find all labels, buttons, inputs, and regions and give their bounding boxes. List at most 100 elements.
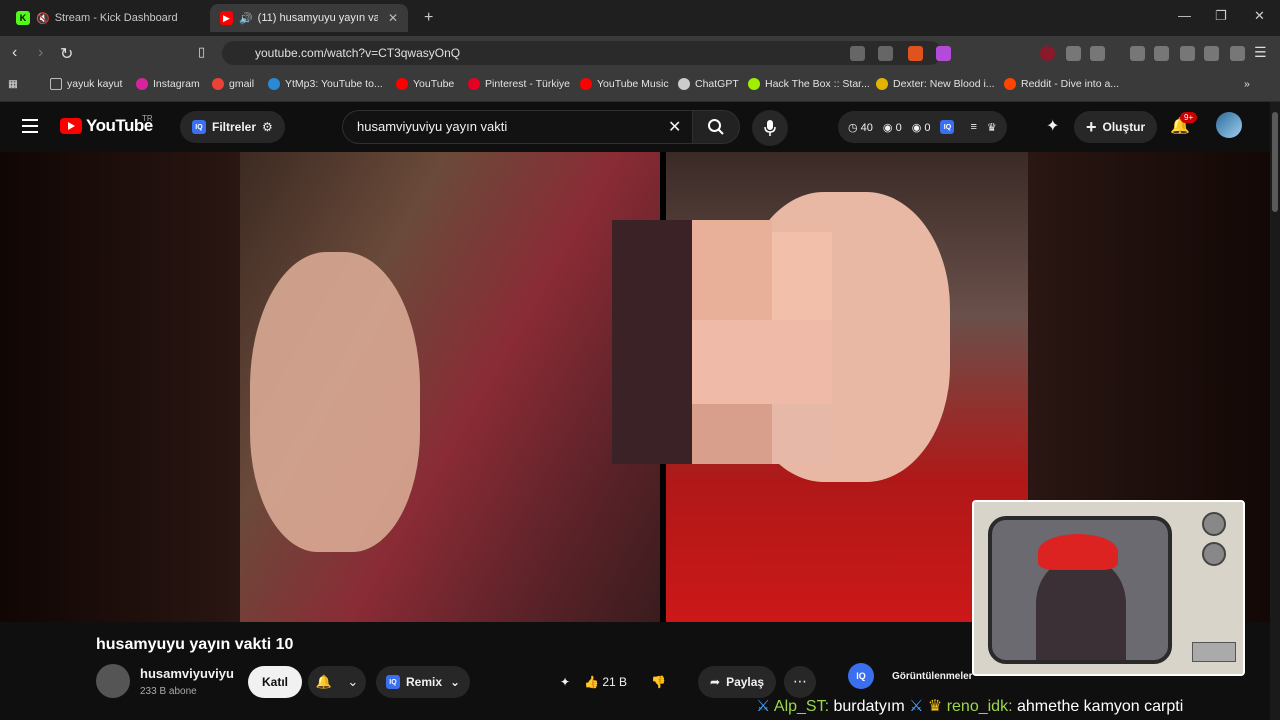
tab-views[interactable]: Görüntülenmeler bbox=[892, 671, 973, 682]
tv-knob-icon bbox=[1202, 542, 1226, 566]
brave-shield-icon[interactable] bbox=[908, 46, 923, 61]
youtube-music-icon bbox=[580, 78, 592, 90]
subscription-bell-button[interactable]: 🔔 ⌄ bbox=[308, 666, 366, 698]
new-tab-button[interactable]: + bbox=[414, 4, 443, 32]
santa-hat bbox=[1038, 534, 1118, 570]
bookmark-item[interactable]: Pinterest - Türkiye bbox=[468, 78, 570, 90]
iq-icon: IQ bbox=[940, 120, 955, 134]
clear-search-icon[interactable]: ✕ bbox=[668, 117, 681, 137]
bell-icon: 🔔 bbox=[315, 674, 332, 689]
tab-youtube[interactable]: ▶ 🔊 (11) husamyuyu yayın vakti 1( ✕ bbox=[210, 4, 408, 32]
youtube-header: YouTube TR IQ Filtreler ⚙ husamviyuviyu … bbox=[0, 102, 1280, 152]
like-button[interactable]: 👍 21 B bbox=[584, 675, 627, 689]
search-icon bbox=[708, 119, 724, 135]
webcam-overlay bbox=[972, 500, 1245, 676]
vpn-icon[interactable] bbox=[1230, 46, 1245, 61]
minimize-icon[interactable]: — bbox=[1178, 8, 1191, 23]
subscriber-count: 233 B abone bbox=[140, 686, 197, 697]
chat-message: ahmethe kamyon carpti bbox=[1016, 698, 1184, 715]
bookmark-item[interactable]: YouTube Music bbox=[580, 78, 669, 90]
address-toolbar: ‹ › ↻ ▯ youtube.com/watch?v=CT3qwasyOnQ … bbox=[0, 36, 1280, 70]
mic-icon bbox=[764, 120, 776, 136]
page-scrollbar[interactable] bbox=[1270, 102, 1280, 720]
iq-icon[interactable]: IQ bbox=[848, 663, 874, 689]
chevron-down-icon: ⌄ bbox=[450, 675, 461, 689]
browser-tab-strip: K 🔇 Stream - Kick Dashboard ▶ 🔊 (11) hus… bbox=[0, 0, 1280, 36]
guide-menu-icon[interactable] bbox=[22, 119, 38, 133]
chat-username: reno_idk: bbox=[946, 698, 1013, 715]
channel-avatar[interactable] bbox=[96, 664, 130, 698]
reload-icon[interactable]: ↻ bbox=[60, 44, 73, 64]
extensions-icon[interactable] bbox=[1066, 46, 1081, 61]
streamer bbox=[1036, 560, 1126, 660]
url-field[interactable]: youtube.com/watch?v=CT3qwasyOnQ bbox=[222, 41, 942, 65]
close-window-icon[interactable]: ✕ bbox=[1254, 8, 1265, 24]
forward-icon[interactable]: › bbox=[38, 44, 43, 62]
bookmark-item[interactable]: Instagram bbox=[136, 78, 200, 90]
stream-chat-overlay: ⚔ Alp_ST: burdatyım ⚔ ♛ reno_idk: ahmeth… bbox=[756, 696, 1183, 716]
close-tab-icon[interactable]: ✕ bbox=[388, 11, 398, 25]
channel-name[interactable]: husamviyuviyu bbox=[140, 666, 234, 681]
eye-off-icon: ◉ 0 bbox=[911, 121, 931, 134]
search-input[interactable]: husamviyuviyu yayın vakti bbox=[342, 110, 692, 144]
bookmark-item[interactable]: ChatGPT bbox=[678, 78, 739, 90]
bookmark-item[interactable]: YouTube bbox=[396, 78, 454, 90]
scrollbar-thumb[interactable] bbox=[1272, 112, 1278, 212]
bookmark-item[interactable]: Reddit - Dive into a... bbox=[1004, 78, 1119, 90]
trophy-icon: ♛ bbox=[986, 121, 997, 134]
back-icon[interactable]: ‹ bbox=[12, 44, 17, 62]
apps-icon[interactable]: ▦ bbox=[8, 78, 18, 90]
hackthebox-icon bbox=[748, 78, 760, 90]
video-blur-left bbox=[0, 152, 240, 622]
iq-icon: IQ bbox=[386, 675, 400, 689]
remix-button[interactable]: IQ Remix ⌄ bbox=[376, 666, 471, 698]
clock-icon: ◷ 40 bbox=[848, 121, 873, 134]
join-button[interactable]: Katıl bbox=[248, 666, 303, 698]
voice-search-button[interactable] bbox=[752, 110, 788, 146]
cast-icon[interactable] bbox=[850, 46, 865, 61]
eye-icon: ◉ 0 bbox=[882, 121, 902, 134]
bookmark-item[interactable]: gmail bbox=[212, 78, 254, 90]
menu-icon[interactable]: ☰ bbox=[1254, 44, 1267, 61]
bookmark-icon[interactable]: ▯ bbox=[198, 44, 205, 60]
filters-button[interactable]: IQ Filtreler ⚙ bbox=[180, 111, 285, 143]
more-bookmarks-icon[interactable]: » bbox=[1244, 78, 1250, 90]
bookmark-item[interactable]: Hack The Box :: Star... bbox=[748, 78, 870, 90]
sparkle-icon[interactable]: ✦ bbox=[560, 675, 570, 689]
sparkle-icon[interactable]: ✦ bbox=[1046, 116, 1059, 136]
pixelation-block bbox=[772, 404, 832, 464]
chat-message: burdatyım bbox=[833, 698, 905, 715]
imdb-icon bbox=[876, 78, 888, 90]
share-button[interactable]: ➦ Paylaş bbox=[698, 666, 777, 698]
list-icon: ≡ bbox=[970, 121, 977, 133]
rewards-icon[interactable] bbox=[936, 46, 951, 61]
crown-icon: ♛ bbox=[927, 698, 943, 715]
search-button[interactable] bbox=[692, 110, 740, 144]
screenshot-icon[interactable] bbox=[1090, 46, 1105, 61]
like-dislike-group: ✦ 👍 21 B 👎 bbox=[550, 666, 676, 698]
bookmark-item[interactable]: Dexter: New Blood i... bbox=[876, 78, 995, 90]
tab-kick-dashboard[interactable]: K 🔇 Stream - Kick Dashboard bbox=[6, 4, 206, 32]
maximize-icon[interactable]: ❐ bbox=[1215, 8, 1227, 24]
wallet-icon[interactable] bbox=[1180, 46, 1195, 61]
share-icon[interactable] bbox=[878, 46, 893, 61]
more-actions-button[interactable]: ⋯ bbox=[784, 666, 816, 698]
iq-icon: IQ bbox=[192, 120, 206, 134]
sword-icon: ⚔ bbox=[756, 698, 771, 715]
extension-tabs: IQ Görüntülenmeler bbox=[848, 660, 973, 692]
record-icon[interactable] bbox=[1040, 46, 1055, 61]
bookmark-item[interactable]: yayuk kayut bbox=[50, 78, 122, 90]
bookmark-item[interactable]: YtMp3: YouTube to... bbox=[268, 78, 383, 90]
youtube-icon: ▶ bbox=[220, 11, 233, 25]
webcam-feed bbox=[988, 516, 1172, 664]
dislike-button[interactable]: 👎 bbox=[651, 675, 666, 689]
extension-stats[interactable]: ◷ 40 ◉ 0 ◉ 0 IQ ≡ ♛ bbox=[838, 111, 1007, 143]
create-button[interactable]: + Oluştur bbox=[1074, 111, 1158, 143]
youtube-logo[interactable]: YouTube TR bbox=[60, 114, 153, 136]
account-avatar[interactable] bbox=[1216, 112, 1242, 138]
sidebar-icon[interactable] bbox=[1154, 46, 1169, 61]
chat-username: Alp_ST: bbox=[773, 698, 830, 715]
music-icon[interactable] bbox=[1130, 46, 1145, 61]
leo-icon[interactable] bbox=[1204, 46, 1219, 61]
pixelation-block bbox=[692, 320, 832, 404]
